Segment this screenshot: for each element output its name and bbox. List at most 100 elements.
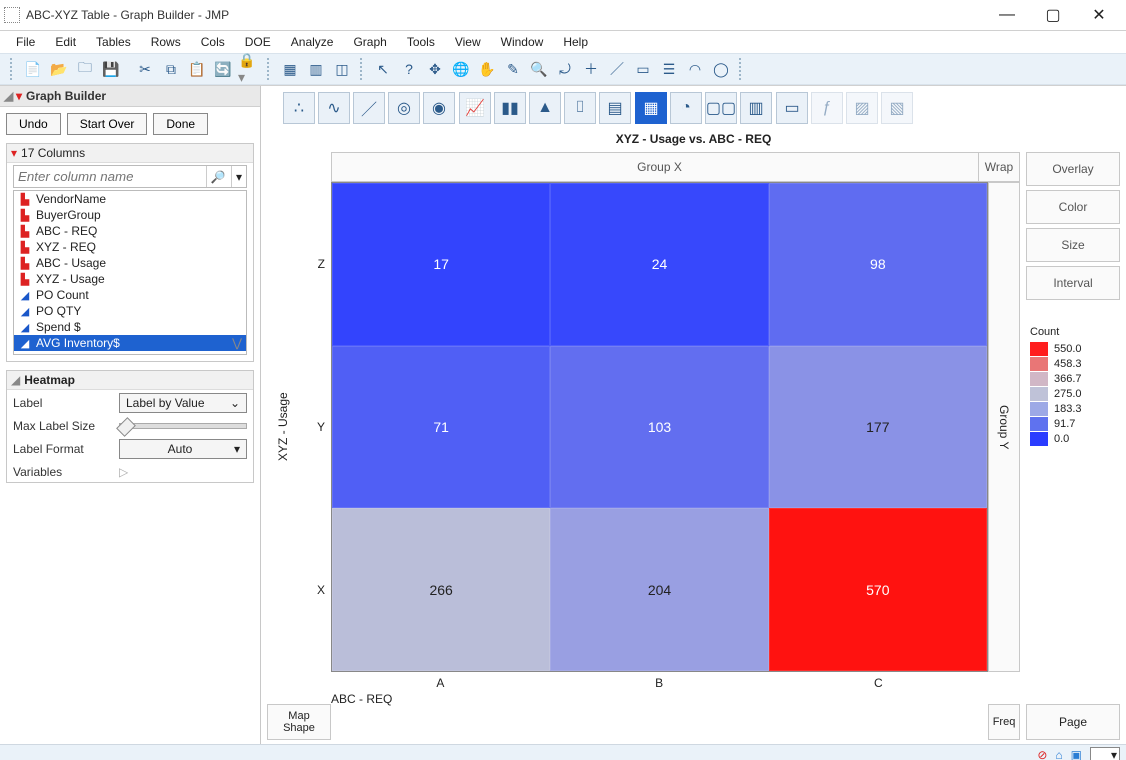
hist-tool-icon[interactable]: ☰ [657, 57, 681, 81]
menu-doe[interactable]: DOE [235, 33, 281, 51]
menu-help[interactable]: Help [553, 33, 598, 51]
undo-button[interactable]: Undo [6, 113, 61, 135]
col-buyergroup[interactable]: ▙ BuyerGroup [14, 207, 246, 223]
heatmap-cell[interactable]: 177 [769, 346, 987, 509]
hand-icon[interactable]: ✋ [475, 57, 499, 81]
variables-expand-icon[interactable]: ▷ [119, 465, 128, 479]
cut-icon[interactable]: ✂ [133, 57, 157, 81]
col-abc-req[interactable]: ▙ ABC - REQ [14, 223, 246, 239]
label-format-button[interactable]: Auto ▾ [119, 439, 247, 459]
ellipse-type-icon[interactable]: ◎ [388, 92, 420, 124]
ellipse-icon[interactable]: ◯ [709, 57, 733, 81]
close-button[interactable]: ✕ [1076, 0, 1122, 30]
minimize-button[interactable]: — [984, 0, 1030, 30]
page-dropzone[interactable]: Page [1026, 704, 1120, 740]
size-dropzone[interactable]: Size [1026, 228, 1120, 262]
column-search-input[interactable] [14, 166, 206, 187]
interval-dropzone[interactable]: Interval [1026, 266, 1120, 300]
refresh-icon[interactable]: 🔄 [211, 57, 235, 81]
menu-tools[interactable]: Tools [397, 33, 445, 51]
col-spend[interactable]: ◢ Spend $ [14, 319, 246, 335]
freq-dropzone[interactable]: Freq [988, 704, 1020, 740]
col-abc-usage[interactable]: ▙ ABC - Usage [14, 255, 246, 271]
menu-graph[interactable]: Graph [343, 33, 396, 51]
menu-window[interactable]: Window [491, 33, 554, 51]
scatter-type-icon[interactable]: ∴ [283, 92, 315, 124]
col-avg-inventory[interactable]: ◢ AVG Inventory$ ⋁ [14, 335, 246, 351]
heatmap-cell[interactable]: 103 [550, 346, 768, 509]
zoom-in-icon[interactable]: 🔍 [527, 57, 551, 81]
treemap-type-icon[interactable]: ▢▢ [705, 92, 737, 124]
graph-builder-header[interactable]: ◢ ▾ Graph Builder [0, 86, 260, 107]
formula-type-icon[interactable]: ƒ [811, 92, 843, 124]
lasso-icon[interactable]: ◠ [683, 57, 707, 81]
datatable-icon[interactable]: ▦ [278, 57, 302, 81]
table-tool-icon[interactable]: ▭ [631, 57, 655, 81]
col-po-count[interactable]: ◢ PO Count [14, 287, 246, 303]
heatmap-cell[interactable]: 98 [769, 183, 987, 346]
menu-cols[interactable]: Cols [191, 33, 235, 51]
done-button[interactable]: Done [153, 113, 208, 135]
new-icon[interactable]: 📄 [21, 57, 45, 81]
pointer-icon[interactable]: ↖ [371, 57, 395, 81]
pencil-icon[interactable]: ／ [605, 57, 629, 81]
area-type-icon[interactable]: ▲ [529, 92, 561, 124]
menu-edit[interactable]: Edit [45, 33, 86, 51]
heatmap-type-icon[interactable]: ▦ [635, 92, 667, 124]
smoother-type-icon[interactable]: ∿ [318, 92, 350, 124]
search-options-icon[interactable]: ▾ [231, 166, 246, 187]
contour-type-icon[interactable]: ◉ [423, 92, 455, 124]
group-x-dropzone[interactable]: Group X [331, 152, 988, 182]
status-home-icon[interactable]: ⌂ [1055, 748, 1062, 760]
max-label-size-slider[interactable] [119, 423, 247, 429]
disclosure-icon[interactable]: ◢ [11, 373, 20, 387]
menu-file[interactable]: File [6, 33, 45, 51]
box-type-icon[interactable]: ⌷ [564, 92, 596, 124]
start-over-button[interactable]: Start Over [67, 113, 148, 135]
menu-tables[interactable]: Tables [86, 33, 141, 51]
globe-icon[interactable]: 🌐 [449, 57, 473, 81]
columns-hotspot-icon[interactable]: ▾ [11, 146, 17, 160]
folder-icon[interactable]: 🗀 [73, 57, 97, 81]
menu-analyze[interactable]: Analyze [281, 33, 344, 51]
caption-type-icon[interactable]: ▭ [776, 92, 808, 124]
overlay-dropzone[interactable]: Overlay [1026, 152, 1120, 186]
group-y-dropzone[interactable]: Group Y [988, 182, 1020, 672]
heatmap-cell[interactable]: 266 [332, 508, 550, 671]
map-shape-dropzone[interactable]: Map Shape [267, 704, 331, 740]
brush-icon[interactable]: ✎ [501, 57, 525, 81]
copy-icon[interactable]: ⧉ [159, 57, 183, 81]
plus-icon[interactable]: ＋ [579, 57, 603, 81]
bar-type-icon[interactable]: ▮▮ [494, 92, 526, 124]
columns-panel-header[interactable]: ▾ 17 Columns [7, 144, 253, 163]
columns-list[interactable]: ▙ VendorName ▙ BuyerGroup ▙ ABC - REQ ▙ … [13, 190, 247, 355]
label-select[interactable]: Label by Value ⌄ [119, 393, 247, 413]
color-dropzone[interactable]: Color [1026, 190, 1120, 224]
heatmap-cell[interactable]: 24 [550, 183, 768, 346]
heatmap-cell[interactable]: 204 [550, 508, 768, 671]
slider-thumb[interactable] [116, 417, 136, 437]
status-error-icon[interactable]: ⊘ [1037, 748, 1047, 760]
heatmap-panel-header[interactable]: ◢ Heatmap [7, 371, 253, 390]
map-type-icon[interactable]: ▨ [846, 92, 878, 124]
open-icon[interactable]: 📂 [47, 57, 71, 81]
columns-icon[interactable]: ▥ [304, 57, 328, 81]
lock-icon[interactable]: 🔒▾ [237, 57, 261, 81]
status-window-icon[interactable]: ▣ [1071, 748, 1082, 760]
disclosure-icon[interactable]: ◢ [4, 89, 16, 103]
zoom-reset-icon[interactable]: ⤾ [553, 57, 577, 81]
pie-type-icon[interactable]: ◔ [670, 92, 702, 124]
crosshair-icon[interactable]: ✥ [423, 57, 447, 81]
heatmap-cell[interactable]: 17 [332, 183, 550, 346]
col-xyz-req[interactable]: ▙ XYZ - REQ [14, 239, 246, 255]
col-vendorname[interactable]: ▙ VendorName [14, 191, 246, 207]
mosaic-type-icon[interactable]: ▥ [740, 92, 772, 124]
heatmap-plot[interactable]: 17249871103177266204570 [331, 182, 988, 672]
col-po-qty[interactable]: ◢ PO QTY [14, 303, 246, 319]
hist-type-icon[interactable]: ▤ [599, 92, 631, 124]
col-xyz-usage[interactable]: ▙ XYZ - Usage [14, 271, 246, 287]
line-fit-type-icon[interactable]: ／ [353, 92, 385, 124]
paste-icon[interactable]: 📋 [185, 57, 209, 81]
menu-view[interactable]: View [445, 33, 491, 51]
toolbar-grip[interactable] [10, 58, 15, 80]
